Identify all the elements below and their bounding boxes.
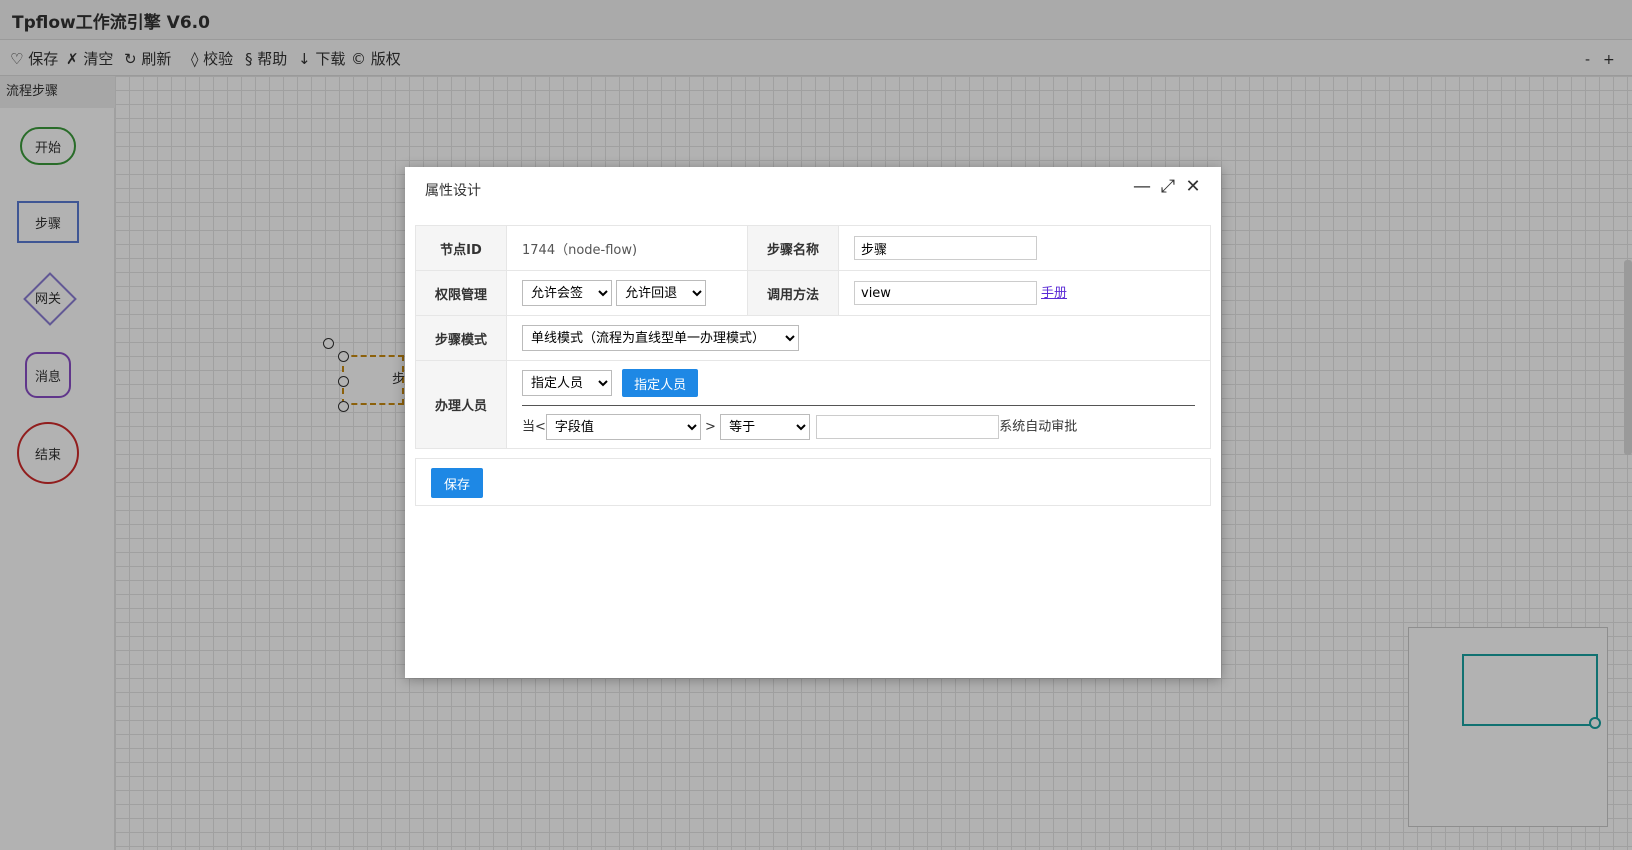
manual-link[interactable]: 手册 [1041,286,1067,301]
assign-actor-button[interactable]: 指定人员 [622,369,699,397]
condition-prefix: 当< [522,419,546,435]
close-icon[interactable]: ✕ [1182,175,1204,199]
auto-approve-text: 系统自动审批 [999,419,1078,435]
step-name-input[interactable] [854,236,1037,260]
actor-select-row: 指定人员 指定人员 [522,361,1195,406]
condition-field-select[interactable]: 字段值 [545,414,701,440]
minimize-icon[interactable]: — [1131,175,1153,199]
condition-operator-select[interactable]: 等于 [720,414,811,440]
actor-label: 办理人员 [415,360,507,449]
property-form: 节点ID 1744（node-flow) 步骤名称 权限管理 允许会签 允许回退… [415,225,1211,449]
save-bar: 保存 [415,458,1211,506]
save-button[interactable]: 保存 [431,468,483,498]
node-id-value: 1744（node-flow) [506,225,748,271]
dialog-title: 属性设计 [425,183,481,199]
property-dialog: 属性设计 — ⤢ ✕ 节点ID 1744（node-flow) 步骤名称 权限管… [405,167,1221,678]
step-mode-label: 步骤模式 [415,315,507,361]
permission-label: 权限管理 [415,270,507,316]
auto-approve-row: 当< 字段值 > 等于 系统自动审批 [522,406,1195,448]
step-mode-select[interactable]: 单线模式（流程为直线型单一办理模式） [522,325,799,351]
vertical-scrollbar[interactable] [1624,260,1632,455]
condition-gt: > [705,419,716,435]
node-id-label: 节点ID [415,225,507,271]
call-method-label: 调用方法 [747,270,839,316]
actor-type-select[interactable]: 指定人员 [522,370,612,396]
call-method-input[interactable] [854,281,1037,305]
permission-sign-select[interactable]: 允许会签 [522,280,612,306]
maximize-icon[interactable]: ⤢ [1157,175,1179,199]
step-name-label: 步骤名称 [747,225,839,271]
condition-value-input[interactable] [816,415,1000,439]
permission-back-select[interactable]: 允许回退 [616,280,707,306]
